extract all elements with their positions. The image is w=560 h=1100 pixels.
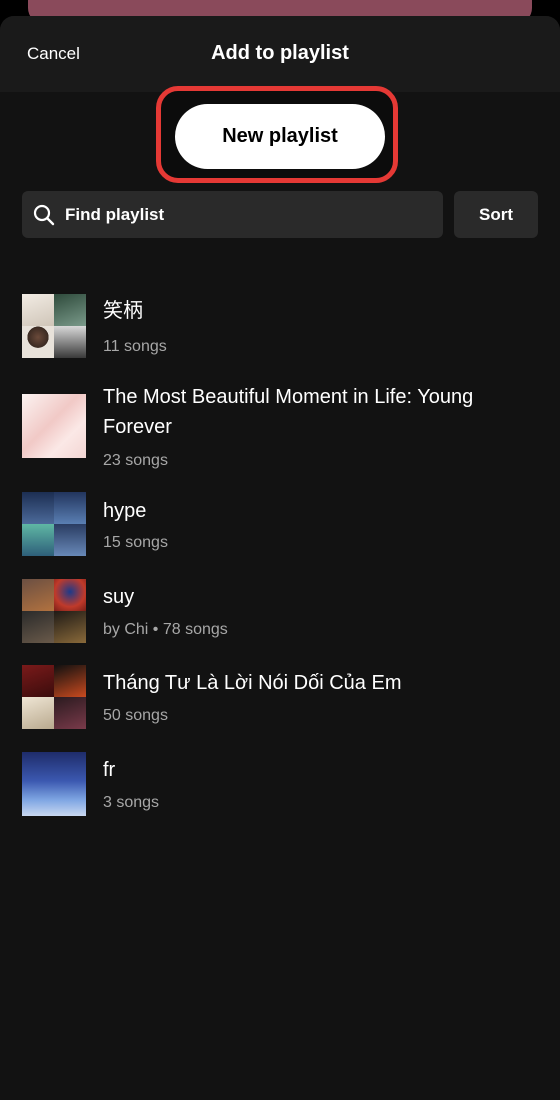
search-placeholder: Find playlist <box>65 204 165 224</box>
playlist-subtitle: by Chi • 78 songs <box>103 621 228 638</box>
playlist-cover <box>22 579 86 643</box>
playlist-row[interactable]: Tháng Tư Là Lời Nói Dối Của Em 50 songs <box>0 665 560 735</box>
playlist-row[interactable]: fr 3 songs <box>0 752 560 822</box>
playlist-title: hype <box>103 500 147 522</box>
app-screen: Cancel Add to playlist New playlist Find… <box>0 0 560 1100</box>
page-title: Add to playlist <box>211 42 349 64</box>
playlist-subtitle: 15 songs <box>103 534 168 551</box>
playlist-subtitle: 3 songs <box>103 794 160 811</box>
playlist-row[interactable]: 笑柄 11 songs <box>0 262 560 358</box>
sort-button[interactable]: Sort <box>454 191 538 238</box>
playlist-row[interactable]: suy by Chi • 78 songs <box>0 579 560 649</box>
playlist-cover <box>22 294 86 358</box>
playlist-cover <box>22 665 86 729</box>
sheet-header: Cancel Add to playlist <box>0 16 560 92</box>
playlist-row[interactable]: The Most Beautiful Moment in Life: Young… <box>0 378 560 469</box>
playlist-title: The Most Beautiful Moment in Life: Young… <box>103 386 474 438</box>
playlist-cover <box>22 394 86 458</box>
playlist-title: Tháng Tư Là Lời Nói Dối Của Em <box>103 672 402 694</box>
playlist-cover <box>22 752 86 816</box>
find-playlist-input[interactable]: Find playlist <box>22 191 443 238</box>
playlist-cover <box>22 492 86 556</box>
new-playlist-label: New playlist <box>222 125 338 147</box>
playlist-subtitle: 50 songs <box>103 707 168 724</box>
playlist-title: 笑柄 <box>103 300 143 322</box>
new-playlist-button[interactable]: New playlist <box>175 104 385 169</box>
playlist-subtitle: 23 songs <box>103 452 168 469</box>
playlist-row[interactable]: hype 15 songs <box>0 492 560 562</box>
cancel-button[interactable]: Cancel <box>27 44 80 64</box>
search-icon <box>32 203 56 227</box>
playlist-subtitle: 11 songs <box>103 338 167 355</box>
playlist-title: suy <box>103 586 135 608</box>
playlist-title: fr <box>103 759 116 781</box>
sort-label: Sort <box>479 204 513 224</box>
